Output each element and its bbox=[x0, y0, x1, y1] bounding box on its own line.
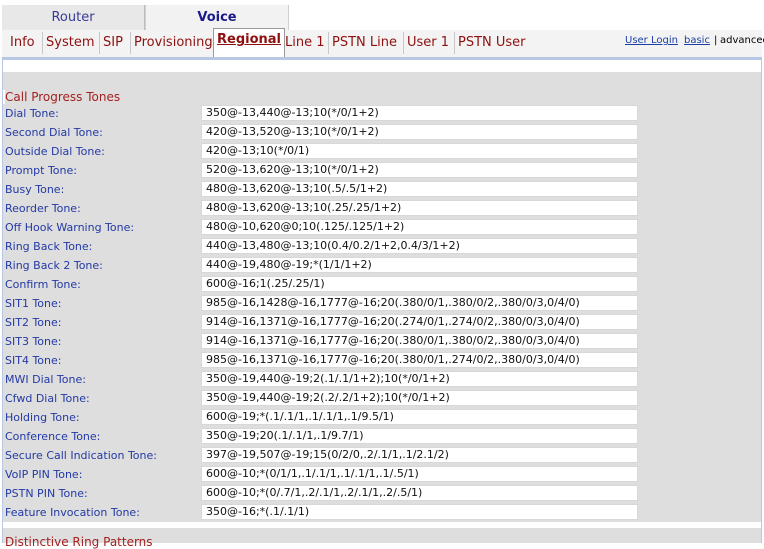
setting-label: Off Hook Warning Tone: bbox=[5, 221, 135, 234]
setting-input[interactable]: 985@-16,1428@-16,1777@-16;20(.380/0/1,.3… bbox=[201, 295, 638, 311]
top-tab-row: Router Voice bbox=[0, 0, 764, 30]
setting-row: Outside Dial Tone: 420@-13;10(*/0/1) bbox=[3, 142, 761, 161]
setting-input[interactable]: 350@-19;20(.1/.1/1,.1/9.7/1) bbox=[201, 428, 638, 444]
setting-label: Confirm Tone: bbox=[5, 278, 81, 291]
basic-link[interactable]: basic bbox=[684, 35, 710, 46]
setting-input[interactable]: 350@-19,440@-19;2(.1/.1/1+2);10(*/0/1+2) bbox=[201, 371, 638, 387]
tab-voice[interactable]: Voice bbox=[145, 5, 289, 30]
setting-label: SIT2 Tone: bbox=[5, 316, 62, 329]
setting-input[interactable]: 914@-16,1371@-16,1777@-16;20(.380/0/1,.3… bbox=[201, 333, 638, 349]
setting-input[interactable]: 520@-13,620@-13;10(*/0/1+2) bbox=[201, 162, 638, 178]
setting-row: Ring Back Tone: 440@-13,480@-13;10(0.4/0… bbox=[3, 237, 761, 256]
setting-input[interactable]: 420@-13,520@-13;10(*/0/1+2) bbox=[201, 124, 638, 140]
setting-row: SIT4 Tone: 985@-16,1371@-16,1777@-16;20(… bbox=[3, 351, 761, 370]
setting-label: SIT4 Tone: bbox=[5, 354, 62, 367]
setting-label: Reorder Tone: bbox=[5, 202, 81, 215]
tab-user-1[interactable]: User 1 bbox=[403, 32, 452, 54]
setting-label: Ring Back Tone: bbox=[5, 240, 93, 253]
setting-row: Cfwd Dial Tone: 350@-19,440@-19;2(.2/.2/… bbox=[3, 389, 761, 408]
setting-input[interactable]: 440@-19,480@-19;*(1/1/1+2) bbox=[201, 257, 638, 273]
setting-row: Busy Tone: 480@-13,620@-13;10(.5/.5/1+2) bbox=[3, 180, 761, 199]
advanced-link[interactable]: advanced bbox=[720, 35, 764, 46]
setting-input[interactable]: 914@-16,1371@-16,1777@-16;20(.274/0/1,.2… bbox=[201, 314, 638, 330]
setting-input[interactable]: 480@-13,620@-13;10(.25/.25/1+2) bbox=[201, 200, 638, 216]
tab-router[interactable]: Router bbox=[2, 5, 145, 30]
setting-row: PSTN PIN Tone: 600@-10;*(0/.7/1,.2/.1/1,… bbox=[3, 484, 761, 503]
setting-row: SIT3 Tone: 914@-16,1371@-16,1777@-16;20(… bbox=[3, 332, 761, 351]
setting-row: Feature Invocation Tone: 350@-16;*(.1/.1… bbox=[3, 503, 761, 522]
setting-input[interactable]: 600@-10;*(0/.7/1,.2/.1/1,.2/.1/1,.2/.5/1… bbox=[201, 485, 638, 501]
setting-input[interactable]: 600@-10;*(0/1/1,.1/.1/1,.1/.1/1,.1/.5/1) bbox=[201, 466, 638, 482]
tab-sip[interactable]: SIP bbox=[99, 32, 126, 54]
tab-info[interactable]: Info bbox=[7, 32, 38, 54]
setting-label: SIT1 Tone: bbox=[5, 297, 62, 310]
tab-provisioning[interactable]: Provisioning bbox=[130, 32, 216, 54]
setting-input[interactable]: 397@-19,507@-19;15(0/2/0,.2/.1/1,.1/2.1/… bbox=[201, 447, 638, 463]
setting-label: Prompt Tone: bbox=[5, 164, 77, 177]
setting-input[interactable]: 350@-19,440@-19;2(.2/.2/1+2);10(*/0/1+2) bbox=[201, 390, 638, 406]
tab-system[interactable]: System bbox=[42, 32, 97, 54]
link-separator: | bbox=[714, 35, 718, 46]
setting-input[interactable]: 480@-10,620@0;10(.125/.125/1+2) bbox=[201, 219, 638, 235]
tab-line-1[interactable]: Line 1 bbox=[282, 32, 328, 54]
panel-header-band bbox=[3, 72, 761, 90]
setting-input[interactable]: 350@-16;*(.1/.1/1) bbox=[201, 504, 638, 520]
tab-regional[interactable]: Regional bbox=[213, 28, 286, 57]
setting-input[interactable]: 350@-13,440@-13;10(*/0/1+2) bbox=[201, 105, 638, 121]
sub-tab-bar: Info System SIP Provisioning Regional Li… bbox=[2, 28, 764, 59]
setting-row: SIT1 Tone: 985@-16,1428@-16,1777@-16;20(… bbox=[3, 294, 761, 313]
setting-label: Second Dial Tone: bbox=[5, 126, 103, 139]
setting-row: Ring Back 2 Tone: 440@-19,480@-19;*(1/1/… bbox=[3, 256, 761, 275]
setting-row: Prompt Tone: 520@-13,620@-13;10(*/0/1+2) bbox=[3, 161, 761, 180]
setting-label: VoIP PIN Tone: bbox=[5, 468, 83, 481]
tab-pstn-line[interactable]: PSTN Line bbox=[328, 32, 400, 54]
settings-panel: Call Progress Tones Dial Tone: 350@-13,4… bbox=[2, 59, 762, 549]
next-section-title: Distinctive Ring Patterns bbox=[5, 535, 153, 549]
setting-input[interactable]: 600@-19;*(.1/.1/1,.1/.1/1,.1/9.5/1) bbox=[201, 409, 638, 425]
setting-row: MWI Dial Tone: 350@-19,440@-19;2(.1/.1/1… bbox=[3, 370, 761, 389]
setting-label: Holding Tone: bbox=[5, 411, 80, 424]
setting-label: MWI Dial Tone: bbox=[5, 373, 86, 386]
setting-label: Dial Tone: bbox=[5, 107, 59, 120]
setting-row: SIT2 Tone: 914@-16,1371@-16,1777@-16;20(… bbox=[3, 313, 761, 332]
setting-row: Conference Tone: 350@-19;20(.1/.1/1,.1/9… bbox=[3, 427, 761, 446]
setting-input[interactable]: 480@-13,620@-13;10(.5/.5/1+2) bbox=[201, 181, 638, 197]
setting-label: PSTN PIN Tone: bbox=[5, 487, 88, 500]
setting-row: Second Dial Tone: 420@-13,520@-13;10(*/0… bbox=[3, 123, 761, 142]
setting-row: Secure Call Indication Tone: 397@-19,507… bbox=[3, 446, 761, 465]
setting-row: Confirm Tone: 600@-16;1(.25/.25/1) bbox=[3, 275, 761, 294]
setting-row: Reorder Tone: 480@-13,620@-13;10(.25/.25… bbox=[3, 199, 761, 218]
setting-label: Busy Tone: bbox=[5, 183, 65, 196]
setting-row: Holding Tone: 600@-19;*(.1/.1/1,.1/.1/1,… bbox=[3, 408, 761, 427]
user-login-link[interactable]: User Login bbox=[625, 35, 678, 46]
setting-input[interactable]: 440@-13,480@-13;10(0.4/0.2/1+2,0.4/3/1+2… bbox=[201, 238, 638, 254]
setting-row: Dial Tone: 350@-13,440@-13;10(*/0/1+2) bbox=[3, 104, 761, 123]
setting-label: Outside Dial Tone: bbox=[5, 145, 105, 158]
setting-row: Off Hook Warning Tone: 480@-10,620@0;10(… bbox=[3, 218, 761, 237]
setting-label: Secure Call Indication Tone: bbox=[5, 449, 157, 462]
setting-label: Ring Back 2 Tone: bbox=[5, 259, 103, 272]
setting-label: Conference Tone: bbox=[5, 430, 101, 443]
setting-label: SIT3 Tone: bbox=[5, 335, 62, 348]
setting-label: Cfwd Dial Tone: bbox=[5, 392, 90, 405]
panel-top-band bbox=[3, 60, 761, 72]
setting-input[interactable]: 600@-16;1(.25/.25/1) bbox=[201, 276, 638, 292]
setting-input[interactable]: 420@-13;10(*/0/1) bbox=[201, 143, 638, 159]
setting-label: Feature Invocation Tone: bbox=[5, 506, 140, 519]
tab-pstn-user[interactable]: PSTN User bbox=[454, 32, 529, 54]
setting-input[interactable]: 985@-16,1371@-16,1777@-16;20(.380/0/1,.2… bbox=[201, 352, 638, 368]
setting-row: VoIP PIN Tone: 600@-10;*(0/1/1,.1/.1/1,.… bbox=[3, 465, 761, 484]
